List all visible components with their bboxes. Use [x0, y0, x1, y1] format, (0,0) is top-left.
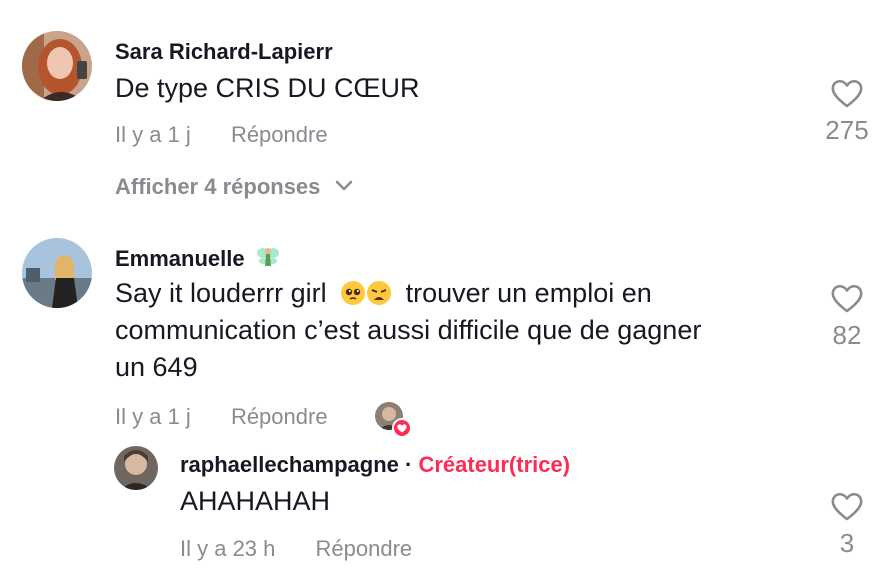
creator-liked-avatar [375, 402, 412, 438]
comment-meta: Il y a 1 j Répondre [115, 404, 362, 430]
like-group: 3 [812, 490, 882, 559]
reply-text: AHAHAHAH [180, 486, 331, 516]
weary-face-icon [366, 279, 392, 305]
like-count: 3 [839, 528, 855, 558]
comment-text-line: communication c’est aussi difficile que … [115, 315, 702, 345]
view-replies-label: Afficher 4 réponses [115, 174, 321, 199]
reply-button[interactable]: Répondre [231, 122, 328, 147]
username[interactable]: Sara Richard-Lapierr [115, 39, 333, 65]
separator: · [405, 452, 413, 477]
reply-button[interactable]: Répondre [316, 536, 413, 561]
creator-badge: Créateur(trice) [418, 452, 571, 477]
comment-meta: Il y a 1 j Répondre [115, 122, 362, 148]
like-group: 82 [812, 282, 882, 351]
heart-icon[interactable] [812, 282, 882, 316]
chevron-down-icon [335, 172, 353, 198]
timestamp: Il y a 1 j [115, 122, 191, 147]
comment-text-line: un 649 [115, 352, 198, 382]
timestamp: Il y a 23 h [180, 536, 276, 561]
timestamp: Il y a 1 j [115, 404, 191, 429]
heart-badge-icon [392, 418, 412, 438]
avatar[interactable] [22, 31, 92, 101]
avatar[interactable] [22, 238, 92, 308]
comment-text: Say it louderrr girl trouver un emploi e… [115, 275, 805, 386]
like-count: 275 [825, 115, 869, 145]
view-replies-button[interactable]: Afficher 4 réponses [115, 172, 353, 200]
heart-icon[interactable] [812, 77, 882, 111]
like-count: 82 [832, 320, 862, 350]
comment-text-line: Say it louderrr girl [115, 278, 327, 308]
pleading-face-icon [340, 279, 366, 305]
fairy-icon [255, 244, 281, 270]
reply-button[interactable]: Répondre [231, 404, 328, 429]
username-text: Emmanuelle [115, 246, 245, 271]
username[interactable]: raphaellechampagne [180, 452, 399, 477]
comment-text-line: trouver un emploi en [405, 278, 652, 308]
comment-text: De type CRIS DU CŒUR [115, 73, 420, 103]
reply-meta: Il y a 23 h Répondre [180, 536, 446, 562]
reply-header: raphaellechampagne · Créateur(trice) [180, 452, 570, 478]
username[interactable]: Emmanuelle [115, 244, 281, 272]
like-group: 275 [812, 77, 882, 146]
avatar[interactable] [114, 446, 158, 490]
heart-icon[interactable] [812, 490, 882, 524]
